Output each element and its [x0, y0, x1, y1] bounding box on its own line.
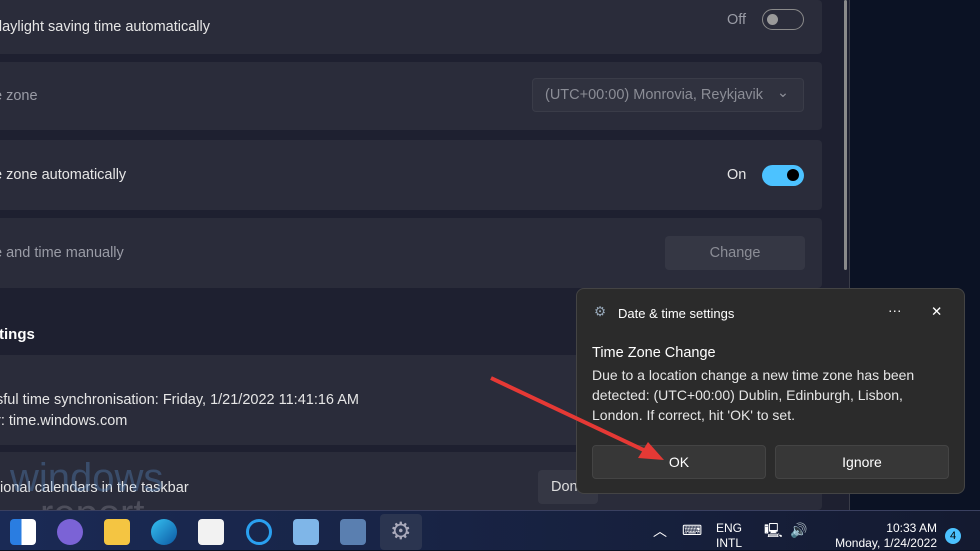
settings-gear-icon: ⚙ [390, 518, 412, 545]
widgets-icon[interactable] [10, 519, 36, 545]
edge-icon[interactable] [151, 519, 177, 545]
teams-chat-icon[interactable] [57, 519, 83, 545]
store-icon[interactable] [198, 519, 224, 545]
control-panel-icon[interactable] [293, 519, 319, 545]
volume-icon[interactable]: 🔊 [790, 523, 807, 538]
file-explorer-icon[interactable] [104, 519, 130, 545]
remote-desktop-icon[interactable] [340, 519, 366, 545]
notification-badge[interactable]: 4 [945, 528, 961, 544]
network-icon[interactable]: 🖳 [764, 523, 783, 538]
keyboard-icon[interactable]: ⌨ [682, 523, 702, 538]
taskbar: ⚙ ︿ ⌨ ENG INTL 🖳 🔊 10:33 AM Monday, 1/24/2… [0, 510, 980, 550]
language-indicator[interactable]: ENG INTL [716, 521, 742, 551]
cortana-icon[interactable] [246, 519, 272, 545]
settings-taskbar-button[interactable]: ⚙ [380, 514, 422, 550]
red-arrow-annotation [490, 376, 664, 460]
clock[interactable]: 10:33 AM Monday, 1/24/2022 [822, 521, 937, 551]
chevron-up-icon[interactable]: ︿ [653, 524, 667, 539]
